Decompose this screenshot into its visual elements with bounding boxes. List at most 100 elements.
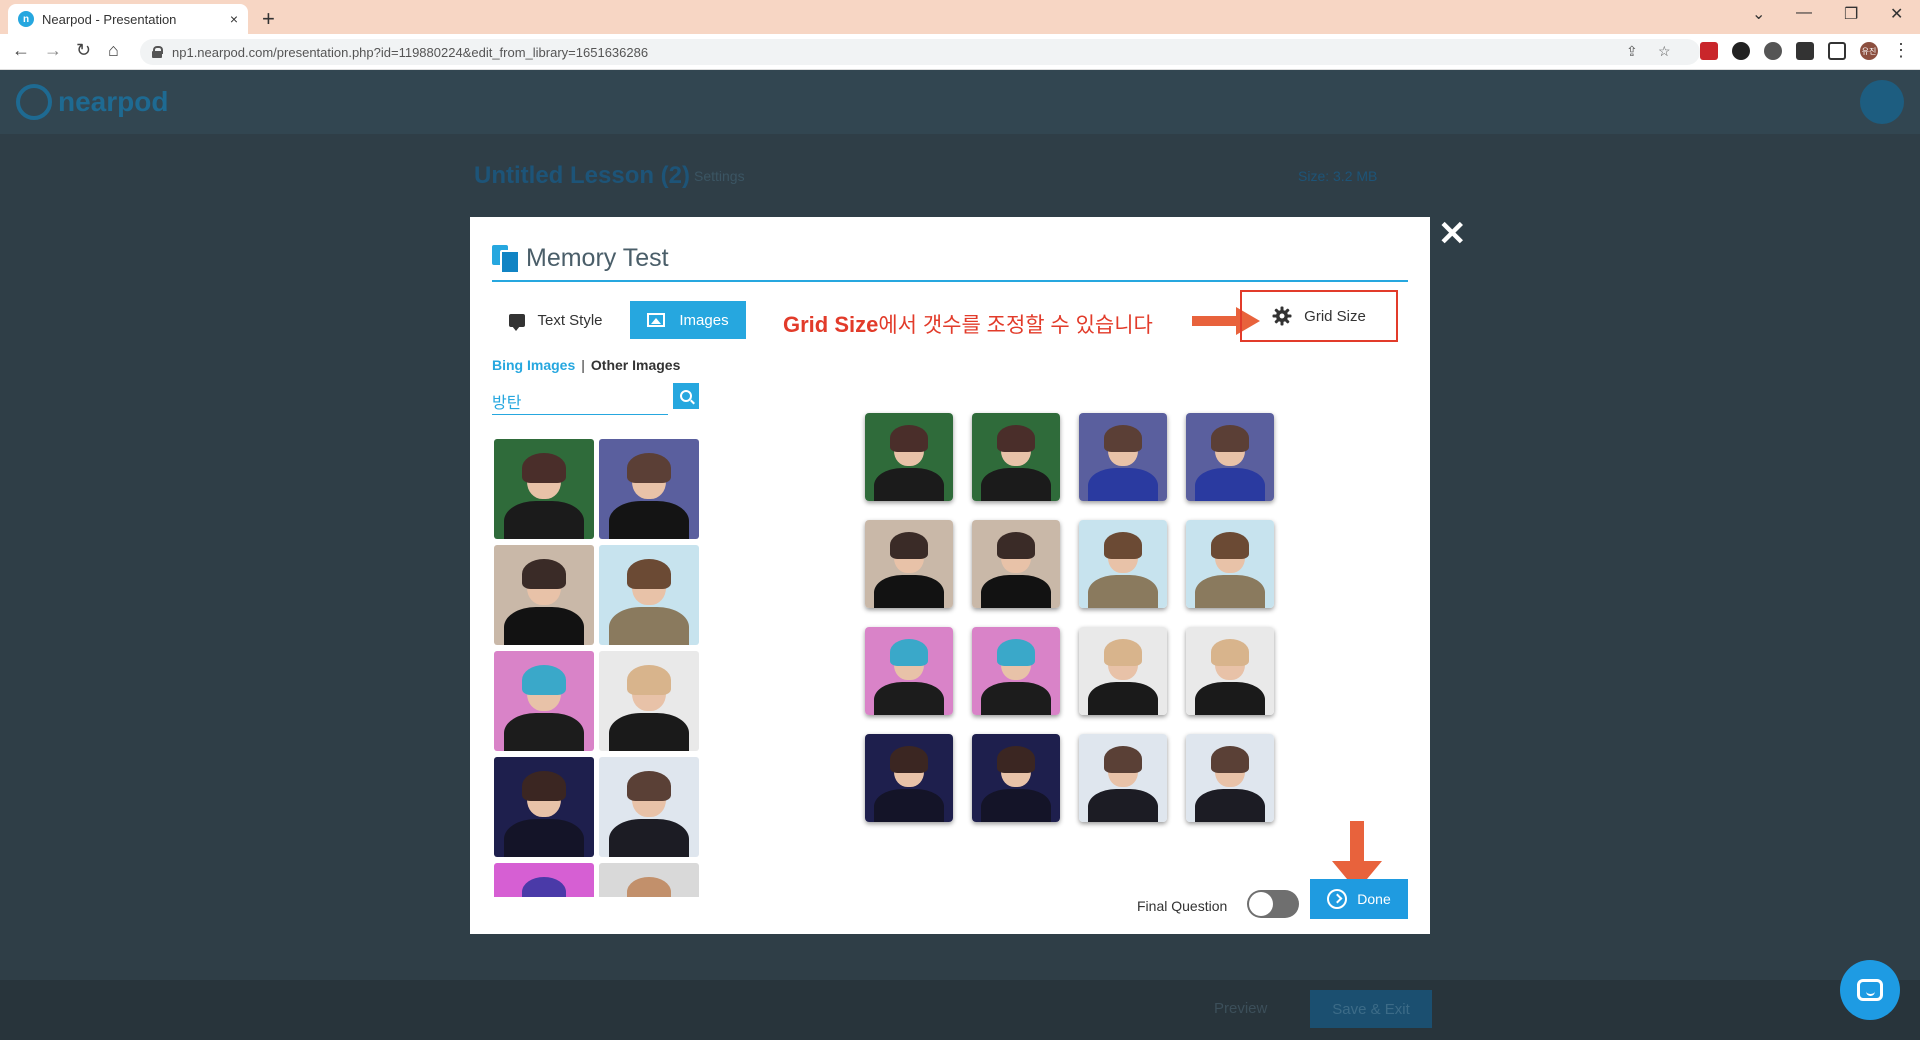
share-icon[interactable]: ⇪: [1626, 43, 1638, 60]
extension-circle-icon[interactable]: [1764, 42, 1782, 60]
home-button[interactable]: ⌂: [108, 40, 119, 61]
memory-card[interactable]: [1186, 413, 1274, 501]
photo-body: [609, 713, 689, 751]
photo-body: [609, 819, 689, 857]
other-images-link[interactable]: Other Images: [591, 357, 680, 373]
back-button[interactable]: ←: [12, 40, 30, 61]
photo-body: [504, 819, 584, 857]
speech-bubble-icon: [509, 313, 526, 331]
done-chevron-icon: [1327, 889, 1348, 909]
extensions-puzzle-icon[interactable]: [1796, 42, 1814, 60]
memory-grid: [865, 413, 1285, 833]
memory-card[interactable]: [1079, 520, 1167, 608]
photo-hair: [522, 453, 566, 483]
tab-close-icon[interactable]: ×: [230, 11, 238, 27]
reload-button[interactable]: ↻: [76, 40, 91, 61]
photo-hair: [996, 425, 1036, 452]
forward-button[interactable]: →: [44, 40, 62, 61]
restore-button[interactable]: ❐: [1844, 4, 1858, 24]
address-bar[interactable]: np1.nearpod.com/presentation.php?id=1198…: [140, 39, 1700, 65]
memory-card[interactable]: [865, 734, 953, 822]
memory-card[interactable]: [1186, 520, 1274, 608]
search-result-image[interactable]: [494, 439, 594, 539]
tab-images[interactable]: Images: [630, 301, 746, 339]
image-search-input[interactable]: [492, 387, 668, 415]
tab-images-label: Images: [679, 311, 729, 329]
memory-card[interactable]: [972, 627, 1060, 715]
extension-red-icon[interactable]: [1700, 42, 1718, 60]
photo-body: [504, 501, 584, 539]
search-result-image[interactable]: [599, 651, 699, 751]
memory-card[interactable]: [865, 627, 953, 715]
photo-body: [504, 713, 584, 751]
preview-button[interactable]: Preview: [1214, 1000, 1267, 1017]
minimize-button[interactable]: —: [1796, 4, 1812, 22]
done-button[interactable]: Done: [1310, 879, 1408, 919]
photo-body: [1087, 574, 1159, 608]
user-avatar[interactable]: [1860, 80, 1904, 124]
tab-search-chevron-icon[interactable]: ⌄: [1752, 4, 1765, 24]
extension-download-icon[interactable]: [1732, 42, 1750, 60]
search-result-image[interactable]: [599, 863, 699, 897]
modal-close-icon[interactable]: ✕: [1438, 214, 1467, 254]
photo-body: [873, 574, 945, 608]
tab-text-style[interactable]: Text Style: [492, 301, 620, 339]
save-exit-button[interactable]: Save & Exit: [1310, 990, 1432, 1028]
photo-hair: [627, 559, 671, 589]
nearpod-logo-icon: [16, 84, 52, 120]
editor-footer: [0, 980, 1920, 1040]
url-text[interactable]: np1.nearpod.com/presentation.php?id=1198…: [172, 45, 648, 60]
search-result-image[interactable]: [494, 757, 594, 857]
image-source-links: Bing Images | Other Images: [492, 357, 680, 373]
browser-tab[interactable]: n Nearpod - Presentation ×: [8, 4, 248, 34]
photo-hair: [1103, 532, 1143, 559]
search-result-image[interactable]: [599, 439, 699, 539]
help-chat-button[interactable]: [1840, 960, 1900, 1020]
search-result-image[interactable]: [494, 863, 594, 897]
memory-card[interactable]: [1186, 734, 1274, 822]
photo-body: [1087, 788, 1159, 822]
photo-hair: [1103, 639, 1143, 666]
lesson-title[interactable]: Untitled Lesson (2): [474, 162, 690, 190]
memory-card[interactable]: [972, 520, 1060, 608]
photo-hair: [522, 559, 566, 589]
nearpod-logo[interactable]: nearpod: [16, 84, 168, 120]
photo-hair: [522, 771, 566, 801]
photo-body: [980, 467, 1052, 501]
chat-icon: [1857, 979, 1883, 1001]
final-question-label: Final Question: [1137, 898, 1228, 914]
memory-card[interactable]: [1079, 734, 1167, 822]
lesson-settings-link[interactable]: Settings: [694, 168, 745, 184]
photo-body: [873, 681, 945, 715]
search-result-image[interactable]: [599, 757, 699, 857]
nearpod-logo-text: nearpod: [58, 86, 169, 117]
browser-menu-icon[interactable]: ⋮: [1892, 40, 1910, 61]
window-close-button[interactable]: ✕: [1890, 4, 1903, 24]
photo-body: [609, 501, 689, 539]
new-tab-button[interactable]: +: [262, 6, 275, 32]
memory-card[interactable]: [865, 413, 953, 501]
side-panel-icon[interactable]: [1828, 42, 1846, 60]
profile-avatar[interactable]: 유진: [1860, 42, 1878, 60]
grid-size-button[interactable]: Grid Size: [1240, 290, 1398, 342]
memory-card[interactable]: [1186, 627, 1274, 715]
memory-card[interactable]: [1079, 413, 1167, 501]
memory-card[interactable]: [972, 734, 1060, 822]
bing-images-link[interactable]: Bing Images: [492, 357, 575, 373]
lock-icon[interactable]: [152, 46, 163, 58]
annotation-bold-text: Grid Size: [783, 312, 879, 337]
memory-test-modal: Memory Test Text Style Images Grid Size에…: [470, 217, 1430, 934]
photo-hair: [522, 665, 566, 695]
image-results-list[interactable]: [494, 439, 700, 897]
photo-body: [1194, 467, 1266, 501]
search-result-image[interactable]: [599, 545, 699, 645]
bookmark-star-icon[interactable]: ☆: [1658, 43, 1671, 60]
search-result-image[interactable]: [494, 545, 594, 645]
search-result-image[interactable]: [494, 651, 594, 751]
photo-hair: [1210, 639, 1250, 666]
final-question-toggle[interactable]: [1247, 890, 1299, 918]
memory-card[interactable]: [1079, 627, 1167, 715]
memory-card[interactable]: [972, 413, 1060, 501]
memory-card[interactable]: [865, 520, 953, 608]
search-button[interactable]: [673, 383, 699, 409]
